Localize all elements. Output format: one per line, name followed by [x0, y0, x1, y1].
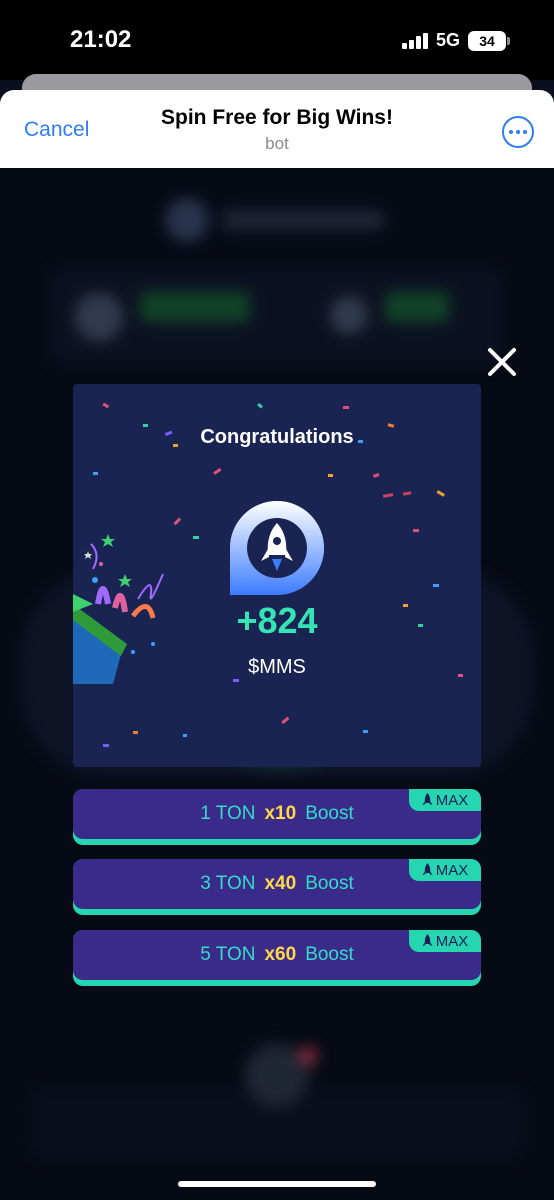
boost-ton: 5 TON — [200, 944, 256, 965]
modal-title: Congratulations — [200, 426, 354, 448]
max-badge: MAX — [409, 859, 481, 881]
boost-ton: 3 TON — [200, 873, 256, 894]
boost-multiplier: x60 — [264, 944, 297, 965]
max-badge: MAX — [409, 930, 481, 952]
rocket-small-icon — [422, 793, 433, 805]
boost-text: Boost — [305, 944, 354, 965]
status-bar: 21:02 5G 34 — [0, 0, 554, 80]
boost-multiplier: x40 — [264, 873, 297, 894]
mini-app-header: Cancel Spin Free for Big Wins! bot — [0, 90, 554, 168]
more-icon[interactable] — [502, 116, 534, 148]
status-time: 21:02 — [70, 26, 132, 53]
boost-text: Boost — [305, 873, 354, 894]
boost-text: Boost — [305, 803, 354, 824]
page-title: Spin Free for Big Wins! — [161, 106, 393, 129]
max-badge-label: MAX — [435, 791, 469, 809]
status-indicators: 5G 34 — [401, 30, 510, 51]
max-badge-label: MAX — [435, 932, 469, 950]
battery-icon: 34 — [468, 30, 510, 51]
signal-icon — [401, 32, 428, 49]
boost-button-1-ton[interactable]: 1 TON x10 Boost MAX — [73, 789, 481, 845]
boost-multiplier: x10 — [264, 803, 297, 824]
rocket-small-icon — [422, 934, 433, 946]
max-badge-label: MAX — [435, 861, 469, 879]
reward-currency: $MMS — [248, 656, 306, 678]
network-type: 5G — [435, 30, 460, 50]
page-subtitle: bot — [265, 134, 289, 153]
boost-ton: 1 TON — [200, 803, 256, 824]
reward-amount: +824 — [236, 600, 318, 641]
home-indicator[interactable] — [178, 1181, 376, 1187]
boost-button-5-ton[interactable]: 5 TON x60 Boost MAX — [73, 930, 481, 986]
max-badge: MAX — [409, 789, 481, 811]
rocket-logo-icon — [230, 501, 324, 595]
boost-button-3-ton[interactable]: 3 TON x40 Boost MAX — [73, 859, 481, 915]
reward-modal: Congratulations +824 $MMS — [73, 384, 481, 767]
battery-level: 34 — [468, 30, 506, 51]
rocket-small-icon — [422, 863, 433, 875]
close-icon[interactable] — [484, 344, 520, 380]
